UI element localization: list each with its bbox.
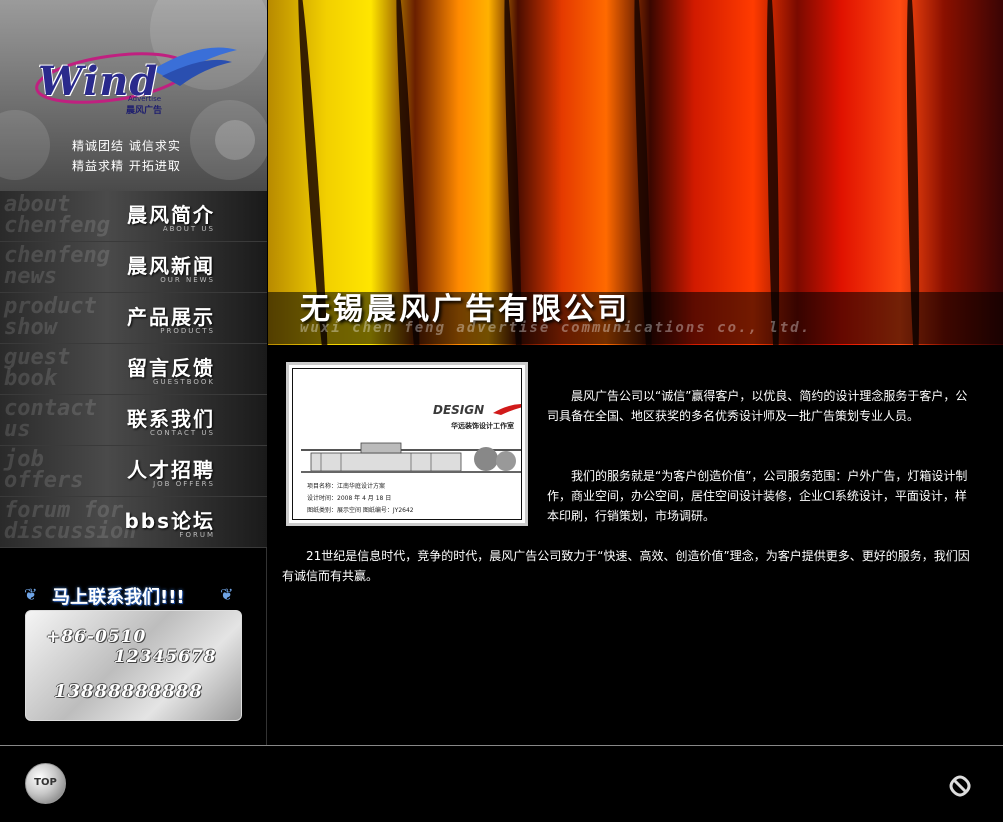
nav-sublabel: ABOUT US (162, 225, 215, 233)
building-sketch-icon (301, 442, 521, 473)
back-to-top-label: TOP (34, 777, 57, 788)
nav-label: 产品展示 (127, 305, 215, 329)
contact-heading-text: 马上联系我们!!! (52, 587, 185, 608)
design-title: DESIGN (433, 403, 485, 417)
nav-item-guestbook[interactable]: guest book 留言反馈 GUESTBOOK (0, 344, 267, 395)
intro-paragraph-2: 我们的服务就是“为客户创造价值”，公司服务范围：户外广告，灯箱设计制作，商业空间… (547, 469, 968, 523)
design-info-line: 设计时间：2008 年 4 月 18 日 (307, 495, 392, 502)
sidebar: Wind Advertise 晨风广告 精诚团结 诚信求实 精益求精 开拓进取 … (0, 0, 267, 745)
contact-phone-box: +86-0510 12345678 13888888888 (25, 610, 242, 721)
logo-subtitle-cn: 晨风广告 (126, 106, 163, 116)
logo-subtitle-en: Advertise (128, 95, 162, 103)
design-studio: 华远装饰设计工作室 (451, 422, 514, 430)
logo-area: Wind Advertise 晨风广告 精诚团结 诚信求实 精益求精 开拓进取 (0, 0, 267, 191)
design-info-line: 项目名称：江南华庭设计方案 (307, 483, 386, 490)
nav-sublabel: JOB OFFERS (153, 480, 215, 488)
main-content: 无锡晨风广告有限公司 wuxi chen feng advertise comm… (268, 0, 1003, 745)
intro-paragraph-1: 晨风广告公司以“诚信”赢得客户，以优良、简约的设计理念服务于客户，公司具备在全国… (547, 389, 968, 423)
nav-label: 联系我们 (127, 407, 215, 431)
mobile-number: 13888888888 (54, 681, 203, 702)
design-photo[interactable]: DESIGN 华远装饰设计工作室 项目名称：江南华庭设计方案 设计时间：2008… (286, 362, 528, 526)
company-logo[interactable]: Wind Advertise 晨风广告 (32, 40, 242, 120)
nav-sublabel: OUR NEWS (160, 276, 215, 284)
nav-sublabel: CONTACT US (150, 429, 215, 437)
design-photo-inner: DESIGN 华远装饰设计工作室 项目名称：江南华庭设计方案 设计时间：2008… (292, 368, 522, 520)
nav-label: 留言反馈 (127, 356, 215, 380)
nav-item-contact[interactable]: contact us 联系我们 CONTACT US (0, 395, 267, 446)
brand-knot-icon[interactable] (946, 772, 974, 800)
nav-label: 晨风新闻 (127, 254, 215, 278)
nav-label: bbs论坛 (124, 509, 215, 533)
swirl-left-icon: ❦ (24, 585, 38, 604)
main-nav: about chenfeng 晨风简介 ABOUT US chenfeng ne… (0, 191, 267, 548)
slogan-line-1: 精诚团结 诚信求实 (72, 139, 181, 153)
nav-label: 晨风简介 (127, 203, 215, 227)
intro-paragraph-3: 21世纪是信息时代，竞争的时代，晨风广告公司致力于“快速、高效、创造价值”理念，… (282, 549, 970, 583)
nav-item-products[interactable]: product show 产品展示 PRODUCTS (0, 293, 267, 344)
back-to-top-button[interactable]: TOP (25, 763, 66, 804)
footer: TOP (0, 745, 1003, 822)
nav-sublabel: FORUM (179, 531, 215, 539)
decor-bubble (0, 110, 50, 180)
phone-area-code: +86-0510 (46, 627, 147, 647)
decor-bubble (215, 120, 255, 160)
nav-label: 人才招聘 (127, 458, 215, 482)
nav-item-about[interactable]: about chenfeng 晨风简介 ABOUT US (0, 191, 267, 242)
design-info-line: 图纸类别：展示空间 图纸编号：JY2642 (307, 507, 414, 514)
nav-item-news[interactable]: chenfeng news 晨风新闻 OUR NEWS (0, 242, 267, 293)
nav-item-jobs[interactable]: job offers 人才招聘 JOB OFFERS (0, 446, 267, 497)
nav-item-forum[interactable]: forum for discussion bbs论坛 FORUM (0, 497, 267, 548)
swirl-right-icon: ❦ (220, 585, 234, 604)
slogan-line-2: 精益求精 开拓进取 (72, 159, 181, 173)
contact-heading: ❦ 马上联系我们!!! ❦ (24, 583, 244, 608)
design-swoosh-icon (493, 404, 521, 415)
nav-sublabel: GUESTBOOK (153, 378, 215, 386)
phone-number: 12345678 (114, 647, 217, 667)
company-name-en: wuxi chen feng advertise communications … (300, 320, 812, 336)
hero-banner: 无锡晨风广告有限公司 wuxi chen feng advertise comm… (268, 0, 1003, 345)
nav-sublabel: PRODUCTS (160, 327, 215, 335)
